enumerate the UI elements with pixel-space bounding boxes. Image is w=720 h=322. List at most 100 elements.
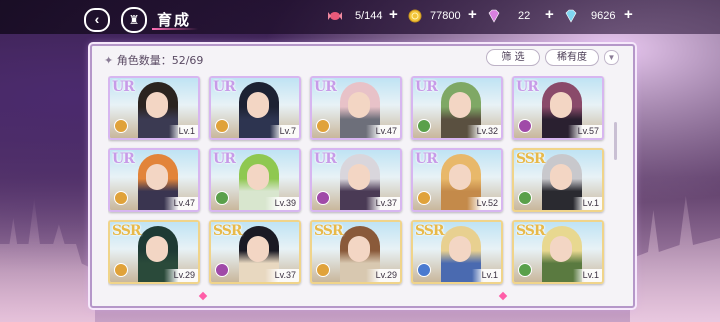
- level-label: Lv.52: [466, 197, 501, 210]
- level-label: Lv.1: [572, 197, 602, 210]
- character-face: [550, 236, 572, 262]
- character-card[interactable]: SSR Lv.29: [108, 220, 200, 284]
- level-label: Lv.1: [572, 269, 602, 282]
- character-face: [348, 92, 370, 118]
- castle-silhouette-left: [0, 198, 95, 322]
- blue-gem-count: 9626: [591, 10, 616, 22]
- level-label: Lv.32: [466, 125, 501, 138]
- rarity-badge: SSR: [112, 223, 142, 239]
- pink-diamond-icon: [488, 9, 500, 23]
- rarity-badge: SSR: [213, 223, 243, 239]
- element-icon: [114, 263, 128, 277]
- level-label: Lv.39: [264, 197, 299, 210]
- rarity-badge: SSR: [516, 151, 546, 167]
- castle-home-icon[interactable]: ♜: [121, 7, 147, 33]
- character-card[interactable]: SSR Lv.1: [512, 220, 604, 284]
- blue-diamond-icon: [565, 9, 577, 23]
- character-card[interactable]: SSR Lv.1: [512, 148, 604, 212]
- page-title: 育成: [157, 12, 192, 29]
- character-count-label: 角色数量：52/69: [116, 54, 204, 67]
- element-icon: [417, 191, 431, 205]
- character-count: ✦ 角色数量：52/69: [104, 52, 203, 68]
- rarity-badge: UR: [213, 151, 236, 167]
- element-icon: [114, 191, 128, 205]
- rarity-badge: UR: [112, 79, 135, 95]
- character-face: [247, 92, 269, 118]
- title-underline: [152, 28, 198, 30]
- level-label: Lv.47: [365, 125, 400, 138]
- back-arrow-icon[interactable]: ‹: [84, 8, 110, 32]
- character-card[interactable]: UR Lv.52: [411, 148, 503, 212]
- filter-button[interactable]: 筛 选: [486, 49, 540, 66]
- character-face: [348, 236, 370, 262]
- chevron-down-icon[interactable]: ▼: [604, 50, 619, 65]
- level-label: Lv.37: [365, 197, 400, 210]
- character-face: [146, 164, 168, 190]
- element-icon: [114, 119, 128, 133]
- character-card[interactable]: SSR Lv.37: [209, 220, 301, 284]
- character-grid: UR Lv.1 UR Lv.7 UR Lv.47 UR Lv.32 UR Lv.57 UR Lv.47…: [108, 76, 608, 298]
- candy-icon: [328, 12, 342, 20]
- element-icon: [518, 191, 532, 205]
- level-label: Lv.29: [163, 269, 198, 282]
- rarity-badge: SSR: [314, 223, 344, 239]
- element-icon: [417, 263, 431, 277]
- rarity-badge: UR: [415, 151, 438, 167]
- character-face: [449, 164, 471, 190]
- rarity-badge: UR: [516, 79, 539, 95]
- add-pink-gem-button[interactable]: +: [545, 6, 554, 23]
- element-icon: [215, 119, 229, 133]
- element-icon: [316, 263, 330, 277]
- level-label: Lv.57: [567, 125, 602, 138]
- character-card[interactable]: UR Lv.57: [512, 76, 604, 140]
- pink-gem-count: 22: [518, 10, 531, 22]
- character-card[interactable]: UR Lv.47: [108, 148, 200, 212]
- character-face: [449, 92, 471, 118]
- coin-count: 77800: [430, 10, 461, 22]
- add-coin-button[interactable]: +: [468, 6, 477, 23]
- rarity-badge: SSR: [516, 223, 546, 239]
- character-card[interactable]: SSR Lv.29: [310, 220, 402, 284]
- level-label: Lv.37: [264, 269, 299, 282]
- candy-count: 5/144: [355, 10, 383, 22]
- character-face: [449, 236, 471, 262]
- character-card[interactable]: UR Lv.7: [209, 76, 301, 140]
- sort-rarity-button[interactable]: 稀有度: [545, 49, 599, 66]
- castle-silhouette-right: [630, 196, 720, 322]
- level-label: Lv.47: [163, 197, 198, 210]
- character-face: [146, 236, 168, 262]
- element-icon: [518, 263, 532, 277]
- character-card[interactable]: UR Lv.32: [411, 76, 503, 140]
- character-face: [247, 164, 269, 190]
- character-card[interactable]: SSR Lv.1: [411, 220, 503, 284]
- element-icon: [518, 119, 532, 133]
- sparkle-icon: ✦: [104, 54, 114, 67]
- top-bar: ‹ ♜ 育成 5/144 + 77800 + 22 + 9626 +: [0, 0, 720, 34]
- character-card[interactable]: UR Lv.39: [209, 148, 301, 212]
- element-icon: [316, 191, 330, 205]
- rarity-badge: SSR: [415, 223, 445, 239]
- level-label: Lv.29: [365, 269, 400, 282]
- character-card[interactable]: UR Lv.1: [108, 76, 200, 140]
- character-card[interactable]: UR Lv.47: [310, 76, 402, 140]
- rarity-badge: UR: [314, 79, 337, 95]
- character-face: [247, 236, 269, 262]
- element-icon: [215, 191, 229, 205]
- rarity-badge: UR: [415, 79, 438, 95]
- character-face: [550, 92, 572, 118]
- level-label: Lv.1: [168, 125, 198, 138]
- level-label: Lv.7: [269, 125, 299, 138]
- add-blue-gem-button[interactable]: +: [624, 6, 633, 23]
- scrollbar[interactable]: [614, 122, 617, 160]
- add-candy-button[interactable]: +: [389, 6, 398, 23]
- character-face: [146, 92, 168, 118]
- rarity-badge: UR: [314, 151, 337, 167]
- element-icon: [417, 119, 431, 133]
- element-icon: [316, 119, 330, 133]
- gold-coin-icon: [408, 9, 422, 23]
- rarity-badge: UR: [112, 151, 135, 167]
- rarity-badge: UR: [213, 79, 236, 95]
- character-card[interactable]: UR Lv.37: [310, 148, 402, 212]
- character-face: [550, 164, 572, 190]
- element-icon: [215, 263, 229, 277]
